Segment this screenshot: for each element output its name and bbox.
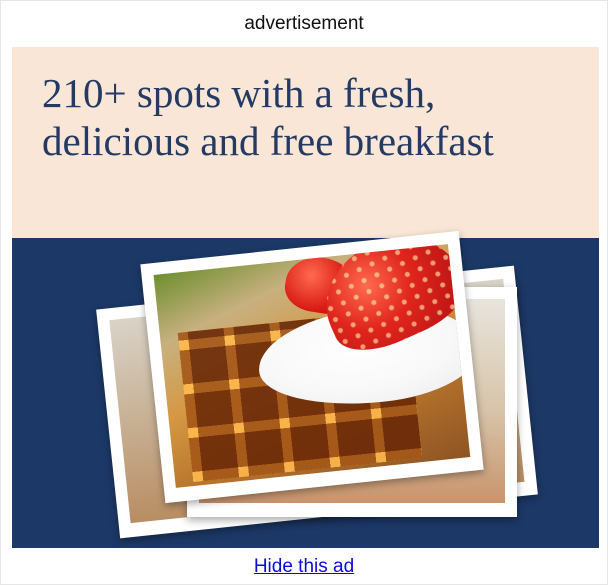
ad-container: advertisement 210+ spots with a fresh, d… — [0, 0, 608, 585]
ad-headline-line-2: delicious and free breakfast — [42, 118, 494, 164]
ad-label: advertisement — [244, 13, 364, 34]
ad-headline-line-1: 210+ spots with a fresh, — [42, 70, 436, 116]
hide-ad-link[interactable]: Hide this ad — [1, 550, 607, 584]
photo-main — [140, 230, 484, 504]
ad-headline: 210+ spots with a fresh, delicious and f… — [42, 69, 599, 165]
waffle-photo — [153, 244, 471, 488]
ad-top-panel: 210+ spots with a fresh, delicious and f… — [12, 47, 599, 238]
ad-creative[interactable]: 210+ spots with a fresh, delicious and f… — [12, 47, 599, 548]
